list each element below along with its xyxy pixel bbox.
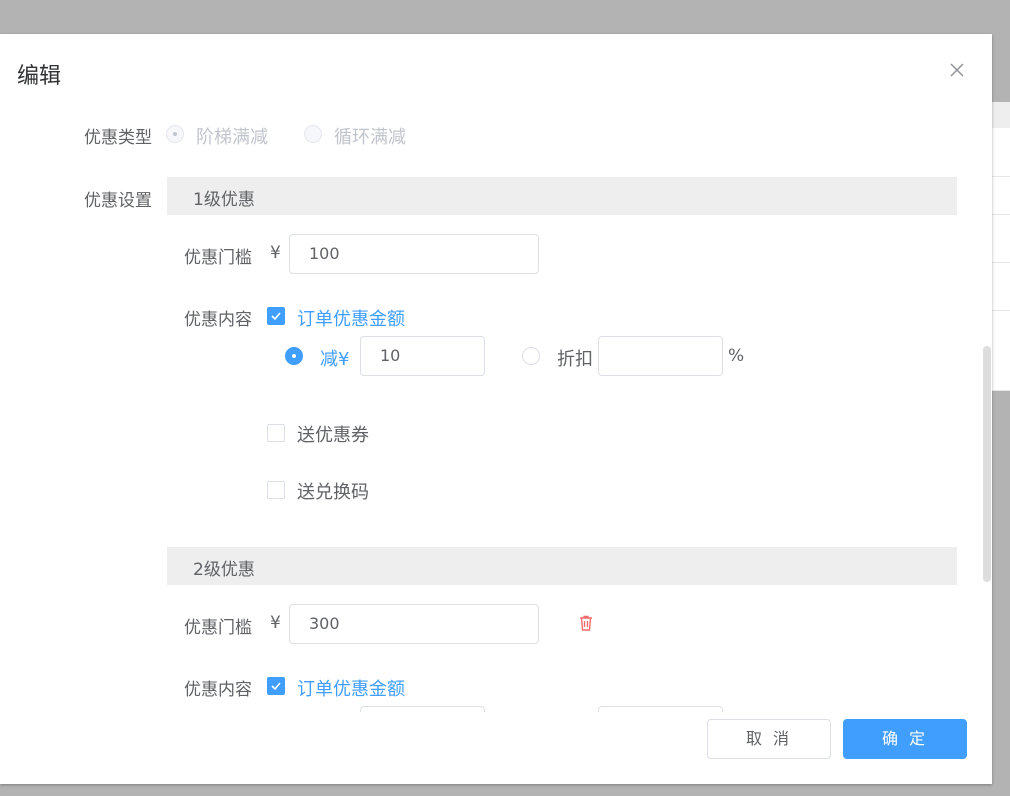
discount-settings-label: 优惠设置: [84, 191, 152, 211]
radio-ladder-label: 阶梯满减: [196, 127, 268, 148]
edit-dialog: 编辑 优惠类型 阶梯满减 循环满减 优惠设置 1级优惠 优惠门槛 ¥ 100 优…: [0, 34, 992, 784]
confirm-button[interactable]: 确 定: [843, 719, 967, 759]
content-label: 优惠内容: [184, 680, 252, 700]
threshold-label: 优惠门槛: [184, 618, 252, 638]
discount-input[interactable]: [598, 336, 723, 376]
coupon-checkbox[interactable]: [267, 424, 285, 442]
scrollbar[interactable]: [983, 346, 991, 582]
order-discount-label: 订单优惠金额: [297, 679, 405, 700]
radio-loop[interactable]: [304, 125, 322, 143]
close-icon[interactable]: [945, 58, 969, 82]
tier-title: 2级优惠: [193, 560, 255, 580]
background-row-divider: [992, 214, 1010, 215]
reduce-amount-input[interactable]: 10: [360, 336, 485, 376]
tier-header: 2级优惠: [167, 547, 957, 585]
reduce-amount-input[interactable]: [360, 706, 485, 712]
redeem-code-checkbox[interactable]: [267, 481, 285, 499]
check-icon: [271, 312, 281, 321]
background-table-header: [992, 102, 1010, 128]
tier-header: 1级优惠: [167, 177, 957, 215]
background-row-divider: [992, 310, 1010, 311]
percent-sign: %: [728, 346, 745, 366]
radio-ladder[interactable]: [166, 125, 184, 143]
currency-symbol: ¥: [270, 243, 281, 263]
background-page: [992, 102, 1010, 390]
dialog-body[interactable]: 优惠类型 阶梯满减 循环满减 优惠设置 1级优惠 优惠门槛 ¥ 100 优惠内容…: [0, 106, 992, 712]
threshold-input[interactable]: 300: [289, 604, 539, 644]
order-discount-checkbox[interactable]: [267, 677, 285, 695]
dialog-title: 编辑: [17, 64, 62, 89]
content-label: 优惠内容: [184, 310, 252, 330]
coupon-label: 送优惠券: [297, 425, 369, 446]
radio-discount[interactable]: [522, 347, 540, 365]
trash-icon[interactable]: [577, 614, 595, 632]
discount-type-label: 优惠类型: [84, 128, 152, 148]
radio-loop-label: 循环满减: [334, 127, 406, 148]
threshold-input[interactable]: 100: [289, 234, 539, 274]
background-row-divider: [992, 262, 1010, 263]
background-row-divider: [992, 390, 1010, 391]
order-discount-label: 订单优惠金额: [297, 309, 405, 330]
background-row-divider: [992, 176, 1010, 177]
radio-reduce[interactable]: [285, 347, 303, 365]
redeem-code-label: 送兑换码: [297, 482, 369, 503]
order-discount-checkbox[interactable]: [267, 307, 285, 325]
currency-symbol: ¥: [270, 613, 281, 633]
cancel-button[interactable]: 取 消: [707, 719, 831, 759]
discount-label: 折扣: [557, 349, 593, 370]
discount-input[interactable]: [598, 706, 723, 712]
reduce-label: 减¥: [320, 349, 350, 370]
check-icon: [271, 682, 281, 691]
threshold-label: 优惠门槛: [184, 248, 252, 268]
tier-title: 1级优惠: [193, 190, 255, 210]
